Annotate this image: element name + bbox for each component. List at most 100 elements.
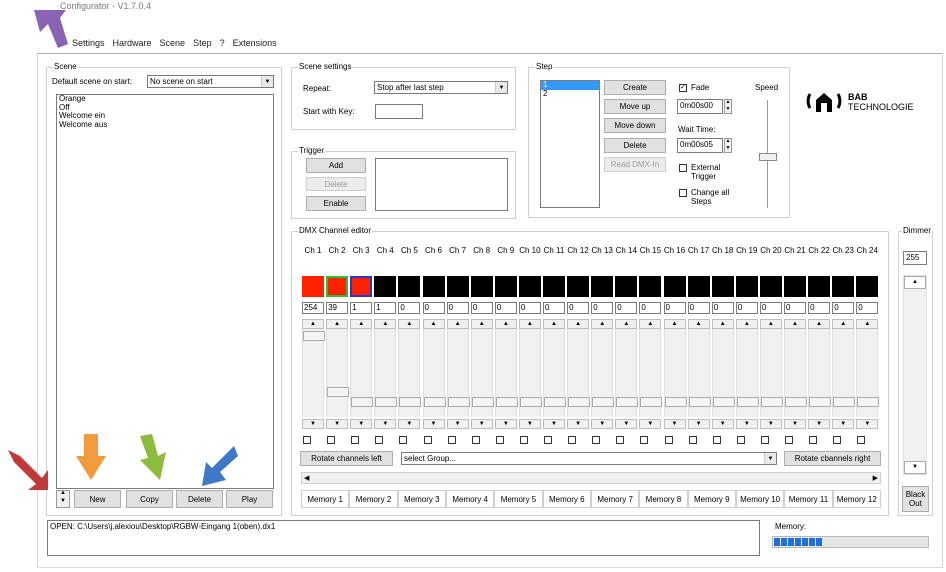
channel-down-button[interactable]: ▼ — [832, 419, 855, 429]
channel-slider-thumb[interactable] — [592, 397, 615, 407]
channel-up-button[interactable]: ▲ — [494, 319, 517, 329]
channel-down-button[interactable]: ▼ — [615, 419, 638, 429]
channel-up-button[interactable]: ▲ — [543, 319, 565, 329]
channel-color-swatch[interactable] — [784, 276, 806, 297]
menu-scene[interactable]: Scene — [160, 38, 186, 52]
channel-down-button[interactable]: ▼ — [350, 419, 373, 429]
channel-slider-track[interactable] — [832, 329, 856, 417]
channel-checkbox[interactable] — [568, 436, 577, 444]
change-all-row[interactable]: Change all Steps — [679, 188, 734, 206]
channel-up-button[interactable]: ▲ — [784, 319, 806, 329]
channel-color-swatch[interactable] — [543, 276, 565, 297]
dimmer-slider[interactable]: ▲ ▼ — [903, 275, 927, 475]
list-item[interactable]: Welcome aus — [57, 120, 273, 130]
channel-up-button[interactable]: ▲ — [591, 319, 614, 329]
trigger-enable-button[interactable]: Enable — [306, 196, 366, 211]
channel-down-button[interactable]: ▼ — [326, 419, 349, 429]
channel-slider-track[interactable] — [808, 329, 832, 417]
channel-checkbox[interactable] — [447, 436, 456, 444]
play-scene-button[interactable]: Play — [226, 490, 273, 508]
channel-checkbox[interactable] — [351, 436, 360, 444]
channel-value-input[interactable]: 0 — [591, 302, 614, 314]
channel-down-button[interactable]: ▼ — [663, 419, 686, 429]
channel-checkbox[interactable] — [375, 436, 384, 444]
channel-color-swatch[interactable] — [615, 276, 638, 297]
list-item-selected[interactable]: 1 — [541, 80, 599, 90]
channel-down-button[interactable]: ▼ — [543, 419, 565, 429]
memory-button[interactable]: Memory 8 — [639, 490, 688, 508]
channel-slider-thumb[interactable] — [423, 397, 446, 407]
channel-checkbox[interactable] — [640, 436, 649, 444]
memory-button[interactable]: Memory 9 — [687, 490, 736, 508]
channel-slider-thumb[interactable] — [375, 396, 398, 407]
memory-button[interactable]: Memory 11 — [784, 490, 833, 508]
channel-checkbox[interactable] — [471, 436, 480, 444]
channel-slider-track[interactable] — [784, 329, 807, 417]
channel-slider-thumb[interactable] — [664, 397, 687, 407]
trigger-delete-button[interactable]: Delete — [306, 177, 366, 191]
channel-value-input[interactable]: 0 — [663, 302, 686, 314]
default-scene-select[interactable]: No scene on start ▼ — [147, 75, 274, 88]
channel-up-button[interactable]: ▲ — [663, 319, 686, 329]
channel-slider-thumb[interactable] — [833, 397, 856, 407]
channel-slider-track[interactable] — [687, 329, 711, 417]
channel-slider-track[interactable] — [663, 329, 687, 417]
channel-slider-thumb[interactable] — [399, 397, 422, 407]
channel-slider-track[interactable] — [326, 329, 350, 417]
dmx-horizontal-scrollbar[interactable]: ◀ ▶ — [301, 472, 881, 484]
channel-down-button[interactable]: ▼ — [494, 419, 517, 429]
channel-checkbox[interactable] — [712, 436, 721, 444]
channel-down-button[interactable]: ▼ — [735, 419, 758, 429]
channel-value-input[interactable]: 0 — [518, 302, 541, 314]
channel-up-button[interactable]: ▲ — [350, 319, 373, 329]
wait-time-spinner[interactable]: ▲ ▼ — [724, 138, 732, 153]
channel-color-swatch[interactable] — [302, 276, 324, 297]
dimmer-down-button[interactable]: ▼ — [904, 461, 926, 474]
channel-checkbox[interactable] — [785, 436, 793, 444]
scroll-left-icon[interactable]: ◀ — [304, 474, 309, 482]
channel-value-input[interactable]: 0 — [856, 302, 879, 314]
fade-time-input[interactable]: 0m00s00 — [677, 99, 723, 114]
start-key-input[interactable] — [375, 104, 423, 119]
rotate-right-button[interactable]: Rotate cbannels right — [784, 451, 881, 466]
channel-up-button[interactable]: ▲ — [759, 319, 782, 329]
channel-color-swatch[interactable] — [591, 276, 614, 297]
channel-checkbox[interactable] — [688, 436, 697, 444]
channel-value-input[interactable]: 0 — [446, 302, 469, 314]
fade-time-spinner[interactable]: ▲ ▼ — [724, 99, 732, 114]
channel-up-button[interactable]: ▲ — [567, 319, 590, 329]
channel-down-button[interactable]: ▼ — [422, 419, 445, 429]
channel-checkbox[interactable] — [495, 436, 504, 444]
channel-up-button[interactable]: ▲ — [832, 319, 855, 329]
channel-slider-track[interactable] — [470, 329, 494, 417]
dimmer-value-input[interactable]: 255 — [903, 251, 927, 265]
channel-up-button[interactable]: ▲ — [639, 319, 662, 329]
channel-down-button[interactable]: ▼ — [374, 419, 397, 429]
channel-color-swatch[interactable] — [639, 276, 662, 297]
channel-down-button[interactable]: ▼ — [446, 419, 469, 429]
channel-value-input[interactable]: 0 — [639, 302, 662, 314]
channel-checkbox[interactable] — [519, 436, 528, 444]
channel-down-button[interactable]: ▼ — [470, 419, 493, 429]
channel-slider-thumb[interactable] — [712, 397, 735, 407]
channel-slider-thumb[interactable] — [351, 396, 374, 407]
channel-color-swatch[interactable] — [518, 276, 541, 297]
channel-checkbox[interactable] — [327, 436, 336, 444]
channel-slider-track[interactable] — [446, 329, 470, 417]
channel-down-button[interactable]: ▼ — [302, 419, 324, 429]
channel-up-button[interactable]: ▲ — [446, 319, 469, 329]
step-delete-button[interactable]: Delete — [604, 138, 666, 153]
channel-slider-thumb[interactable] — [303, 331, 325, 342]
channel-value-input[interactable]: 1 — [374, 302, 397, 314]
channel-color-swatch[interactable] — [759, 276, 782, 297]
dimmer-slider-thumb[interactable]: ▲ — [904, 276, 926, 289]
channel-color-swatch[interactable] — [711, 276, 734, 297]
channel-down-button[interactable]: ▼ — [808, 419, 831, 429]
channel-slider-thumb[interactable] — [519, 397, 542, 407]
step-move-up-button[interactable]: Move up — [604, 99, 666, 114]
channel-slider-track[interactable] — [518, 329, 542, 417]
memory-button[interactable]: Memory 2 — [349, 490, 398, 508]
channel-slider-thumb[interactable] — [736, 397, 759, 407]
menu-help[interactable]: ? — [220, 38, 225, 52]
external-trigger-row[interactable]: External Trigger — [679, 163, 734, 181]
